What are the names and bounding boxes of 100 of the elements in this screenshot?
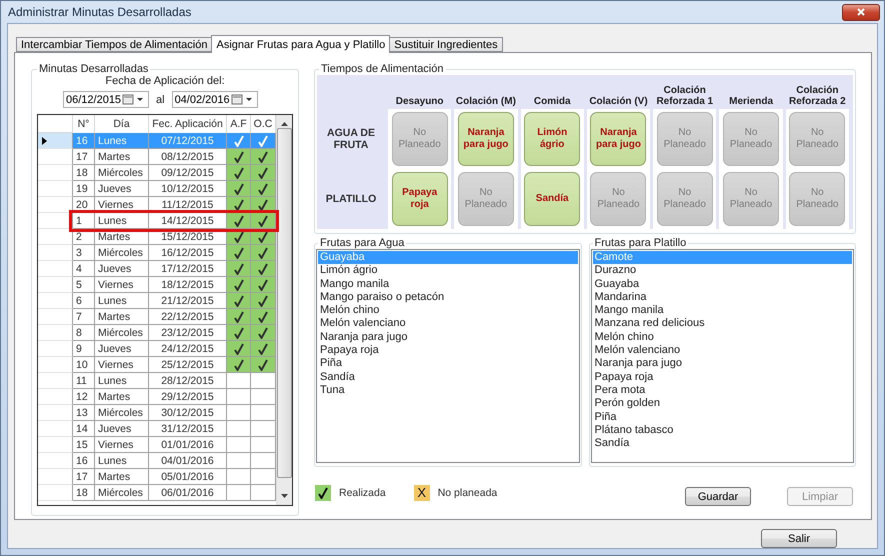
table-cell: Lunes [95, 373, 149, 389]
table-cell: Viernes [95, 277, 149, 293]
list-item[interactable]: Melón valenciano [592, 344, 852, 358]
list-item[interactable]: Limón ágrio [318, 264, 578, 278]
check-icon [258, 294, 268, 306]
calendar-icon [122, 94, 146, 105]
meal-tile[interactable]: Sandía [524, 172, 580, 226]
list-item[interactable]: Plátano tabasco [592, 424, 852, 438]
list-item[interactable]: Tuna [318, 384, 578, 398]
check-icon [258, 198, 268, 210]
table-cell: Jueves [95, 181, 149, 197]
meal-tile[interactable]: Limón ágrio [524, 112, 580, 166]
list-item[interactable]: Naranja para jugo [592, 357, 852, 371]
symbol-swatch: X [414, 484, 430, 500]
check-icon [234, 182, 244, 194]
table-cell: 18/12/2015 [149, 277, 227, 293]
row-label: PLATILLO [326, 193, 376, 205]
table-cell: Miércoles [95, 405, 149, 421]
legend-label: No planeada [438, 486, 498, 498]
table-cell: 6 [73, 293, 95, 309]
check-icon [258, 262, 268, 274]
table-cell: 04/01/2016 [149, 453, 227, 469]
list-item[interactable]: Sandía [318, 370, 578, 384]
table-cell: Lunes [95, 293, 149, 309]
table-cell: 23/12/2015 [149, 325, 227, 341]
meal-tile[interactable]: Papaya roja [392, 172, 448, 226]
check-icon [234, 326, 244, 338]
scroll-down-icon [281, 494, 288, 498]
scrollbar[interactable] [276, 115, 292, 505]
list-item[interactable]: Perón golden [592, 397, 852, 411]
list-item[interactable]: Piña [318, 357, 578, 371]
exit-button[interactable]: Salir [761, 529, 837, 548]
date-label: Fecha de Aplicación del: [105, 75, 225, 87]
table-cell: 17 [73, 149, 95, 165]
table-cell: Martes [95, 149, 149, 165]
check-icon [258, 246, 268, 258]
table-cell: 31/12/2015 [149, 421, 227, 437]
list-item[interactable]: Guayaba [592, 278, 852, 291]
list-item[interactable]: Mango manila [318, 278, 578, 291]
check-icon [258, 166, 268, 178]
list-item[interactable]: Pera mota [592, 384, 852, 398]
column-header[interactable]: O.C [251, 115, 276, 133]
tab[interactable]: Asignar Frutas para Agua y Platillo [211, 35, 390, 53]
table-cell: Miércoles [95, 485, 149, 501]
table-cell: 4 [73, 261, 95, 277]
table-cell: 14/12/2015 [149, 213, 227, 229]
table-cell: Jueves [95, 261, 149, 277]
check-icon [318, 486, 328, 498]
table-cell: Jueves [95, 421, 149, 437]
list-item[interactable]: Mango manila [592, 304, 852, 318]
meal-header: Merienda [729, 96, 774, 109]
table-cell: Lunes [95, 213, 149, 229]
row-header[interactable] [38, 133, 73, 149]
meal-tile[interactable]: Naranja para jugo [590, 112, 646, 166]
list-item[interactable]: Mandarina [592, 290, 852, 304]
tab[interactable]: Intercambiar Tiempos de Alimentación [16, 37, 212, 52]
table-cell: 10/12/2015 [149, 181, 227, 197]
check-icon [258, 134, 268, 146]
check-icon [258, 342, 268, 354]
list-item[interactable]: Mango paraiso o petacón [318, 290, 578, 304]
column-header [38, 115, 73, 133]
table-cell: Lunes [95, 453, 149, 469]
range-separator: al [156, 94, 165, 106]
check-icon [234, 342, 244, 354]
table-cell: Viernes [95, 357, 149, 373]
table-cell: 19 [73, 181, 95, 197]
table-cell: 12 [73, 389, 95, 405]
table-cell: 18 [73, 485, 95, 501]
list-item[interactable]: Sandía [592, 437, 852, 450]
check-icon [234, 214, 244, 226]
table-cell: 30/12/2015 [149, 405, 227, 421]
meal-tile[interactable]: Naranja para jugo [458, 112, 514, 166]
check-icon [234, 198, 244, 210]
close-button[interactable] [842, 4, 880, 20]
scroll-thumb[interactable] [277, 128, 292, 478]
date-field[interactable]: 06/12/2015 [63, 91, 149, 108]
close-icon [857, 8, 865, 16]
list-item[interactable]: Papaya roja [592, 370, 852, 384]
meal-header: Colación Reforzada 1 [655, 85, 714, 109]
column-header[interactable]: A.F [227, 115, 251, 133]
table-cell: Viernes [95, 437, 149, 453]
table-cell: 24/12/2015 [149, 341, 227, 357]
table-cell: 16 [73, 133, 95, 149]
list-item[interactable]: Melón chino [592, 330, 852, 344]
list-item[interactable]: Melón valenciano [318, 317, 578, 331]
list-item[interactable]: Naranja para jugo [318, 330, 578, 344]
list-item[interactable]: Melón chino [318, 304, 578, 318]
date-field[interactable]: 04/02/2016 [172, 91, 258, 108]
table-cell: 22/12/2015 [149, 309, 227, 325]
table-cell: 06/01/2016 [149, 485, 227, 501]
tab[interactable]: Sustituir Ingredientes [389, 37, 503, 52]
list-item[interactable]: Durazno [592, 264, 852, 278]
list-item[interactable]: Piña [592, 410, 852, 424]
list-item[interactable]: Manzana red delicious [592, 317, 852, 331]
table-cell: 3 [73, 245, 95, 261]
table-cell: 7 [73, 309, 95, 325]
list-item[interactable]: Papaya roja [318, 344, 578, 358]
table-cell: Miércoles [95, 245, 149, 261]
action-button[interactable]: Guardar [685, 487, 751, 506]
table-cell: 16 [73, 453, 95, 469]
